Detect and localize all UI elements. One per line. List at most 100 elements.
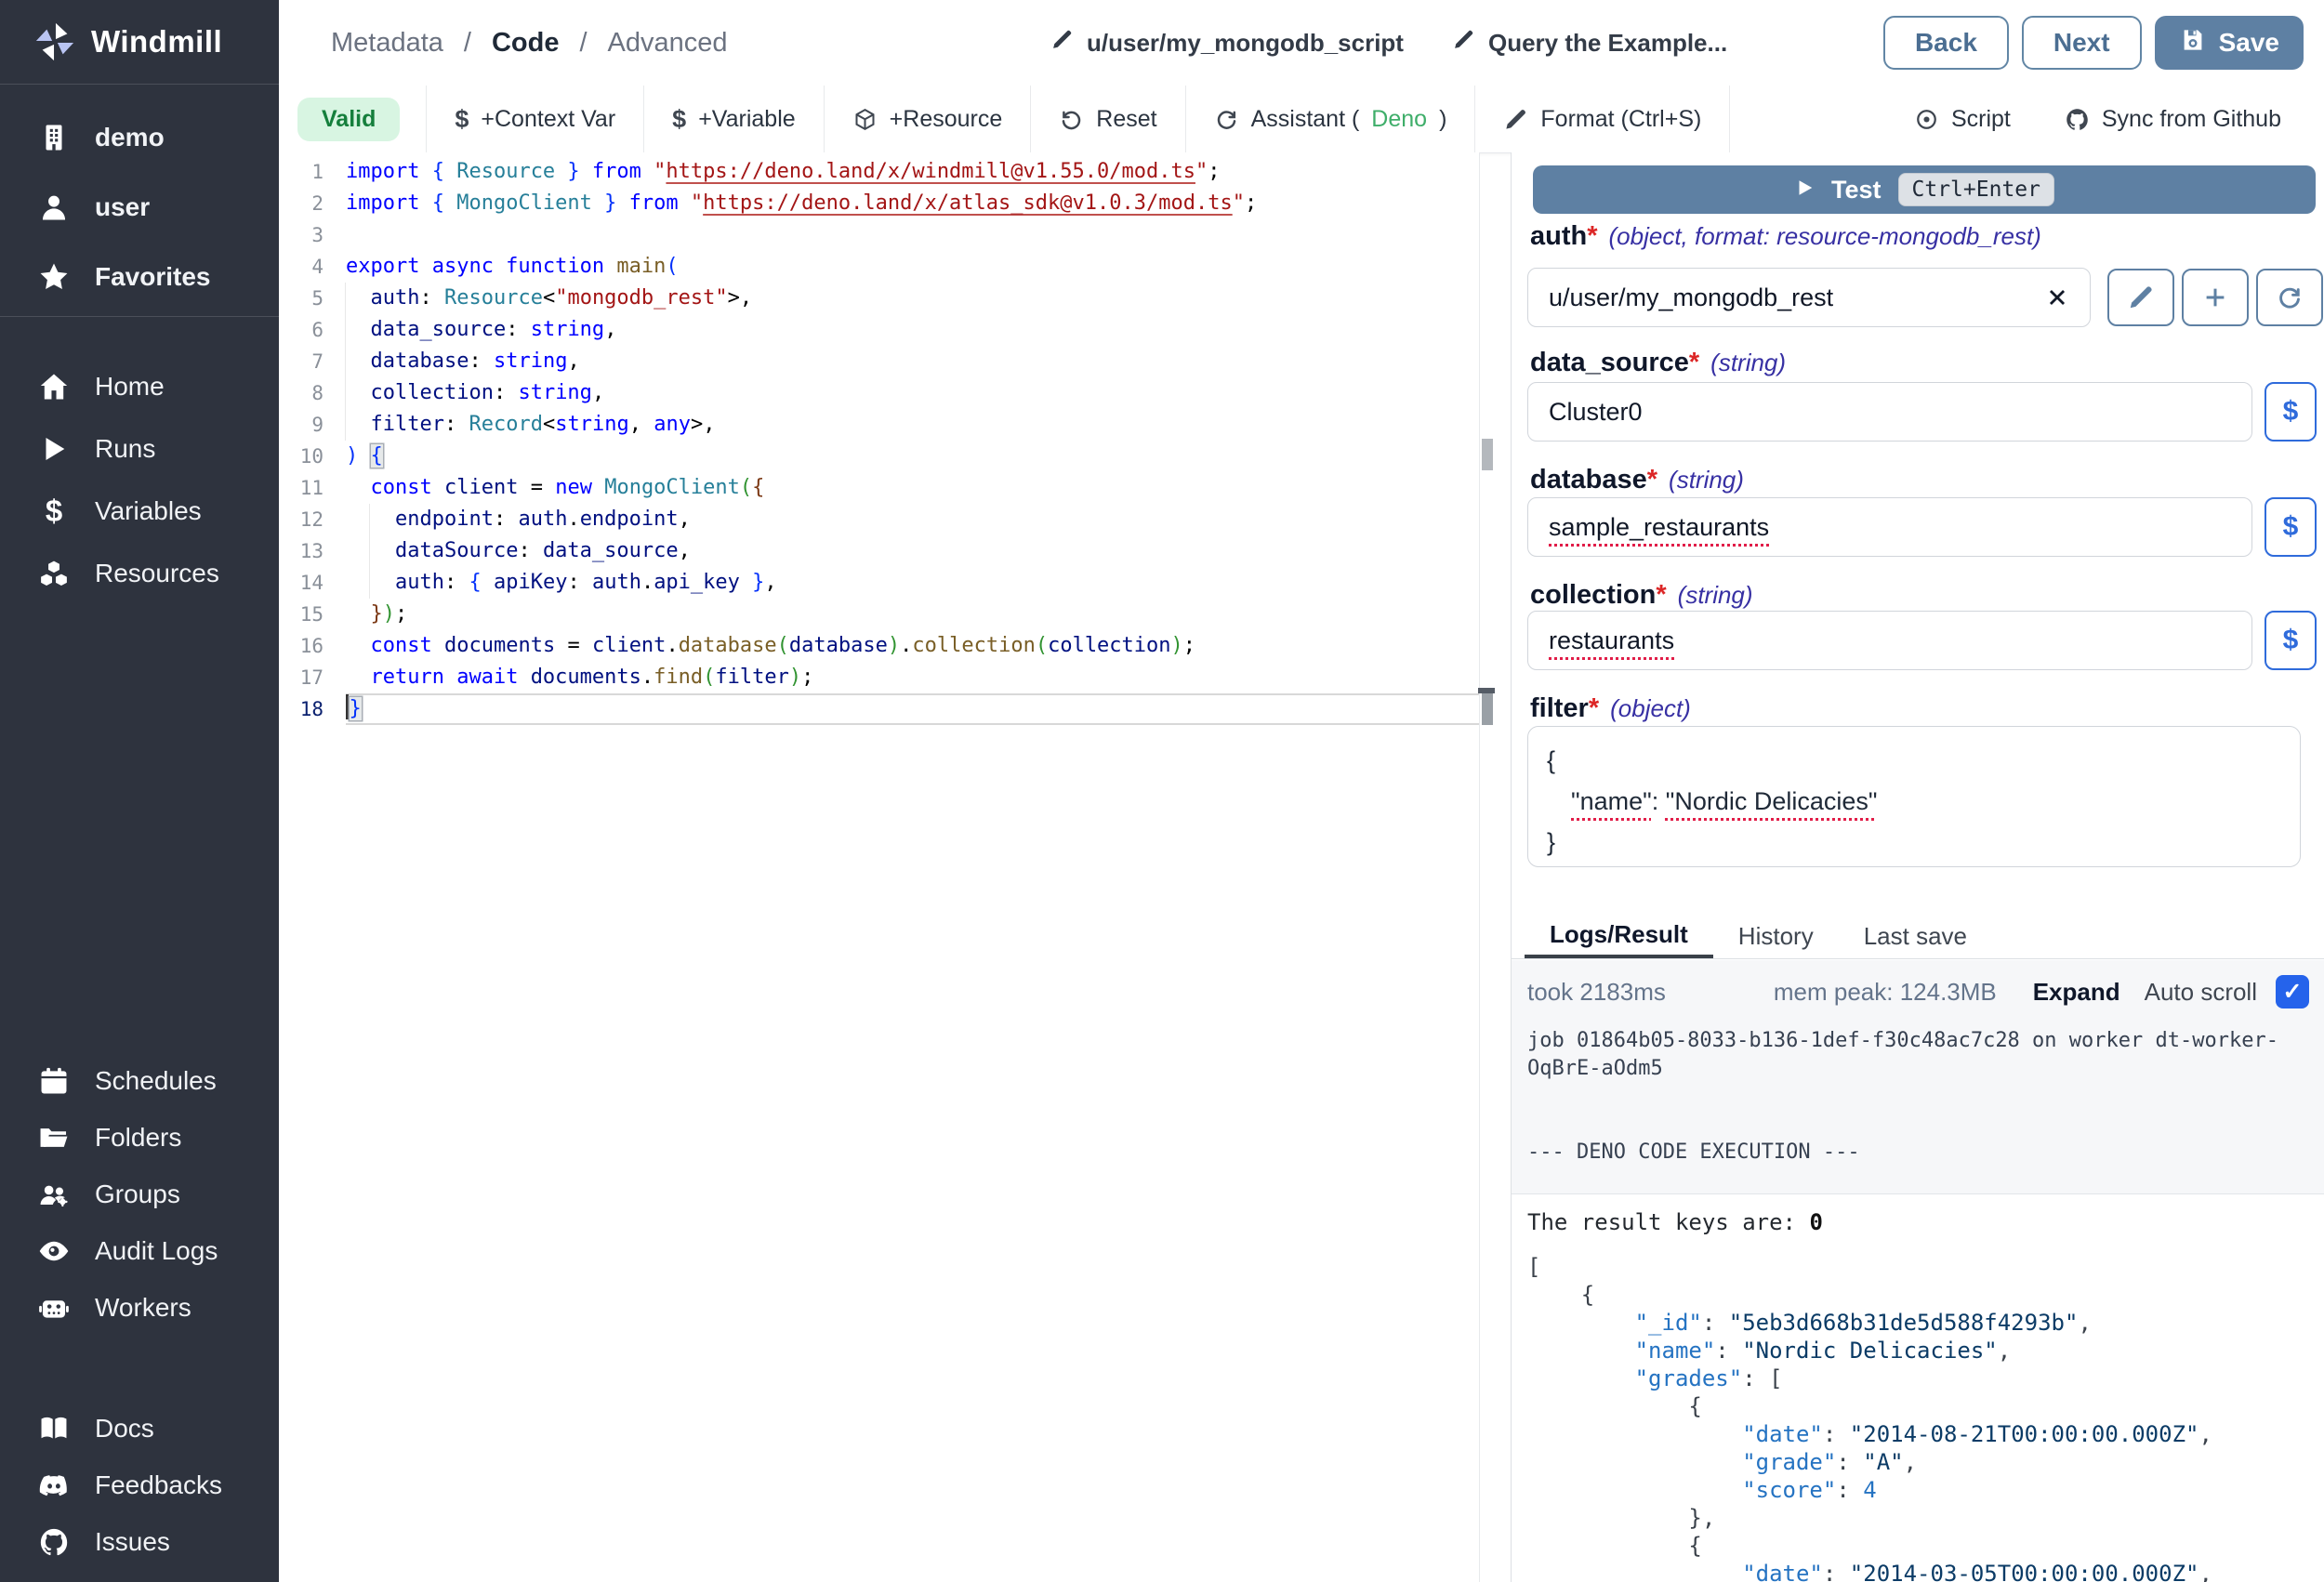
data-source-var-button[interactable]: $ xyxy=(2265,382,2317,442)
code-line[interactable]: 6 data_source: string, xyxy=(279,314,1479,346)
breadcrumb-advanced[interactable]: Advanced xyxy=(608,28,728,59)
code-line[interactable]: 7 database: string, xyxy=(279,346,1479,377)
result-line: [ xyxy=(1527,1253,2309,1281)
toolbar-script[interactable]: Script xyxy=(1914,106,2011,133)
editor-scrollbar-mark[interactable] xyxy=(1482,693,1493,725)
clear-icon[interactable] xyxy=(2045,285,2069,310)
data-source-input[interactable]: Cluster0 xyxy=(1527,382,2252,442)
breadcrumb-metadata[interactable]: Metadata xyxy=(331,28,443,59)
log-line: job 01864b05-8033-b136-1def-f30c48ac7c28… xyxy=(1527,1027,2309,1055)
sidebar-item-favorites[interactable]: Favorites xyxy=(0,242,279,311)
field-label-filter: filter* (object) xyxy=(1530,693,1691,724)
toolbar-divider xyxy=(1729,86,1730,152)
filter-json-editor[interactable]: { "name": "Nordic Delicacies" } xyxy=(1527,726,2301,867)
autoscroll-label[interactable]: Auto scroll xyxy=(2145,978,2257,1007)
refresh-resource-button[interactable] xyxy=(2256,269,2323,326)
code-line[interactable]: 15 }); xyxy=(279,599,1479,630)
cube-icon xyxy=(852,107,878,132)
code-line[interactable]: 3 xyxy=(279,219,1479,251)
toolbar-reset[interactable]: Reset xyxy=(1031,86,1184,152)
home-icon xyxy=(37,370,71,403)
code-line[interactable]: 13 dataSource: data_source, xyxy=(279,535,1479,567)
tab-history[interactable]: History xyxy=(1713,915,1839,958)
expand-logs-button[interactable]: Expand xyxy=(2033,978,2120,1007)
sidebar-item-user[interactable]: user xyxy=(0,172,279,242)
sidebar-item-audit-logs[interactable]: Audit Logs xyxy=(0,1222,279,1279)
sidebar-item-docs[interactable]: Docs xyxy=(0,1400,279,1457)
robot-icon xyxy=(37,1291,71,1325)
tab-logs-result[interactable]: Logs/Result xyxy=(1525,915,1713,958)
code-line[interactable]: 9 filter: Record<string, any>, xyxy=(279,409,1479,441)
collection-var-button[interactable]: $ xyxy=(2265,611,2317,670)
sidebar-item-home[interactable]: Home xyxy=(0,355,279,417)
breadcrumb-code[interactable]: Code xyxy=(492,28,560,59)
code-editor[interactable]: 1import { Resource } from "https://deno.… xyxy=(279,152,1480,1582)
toolbar-assistant-deno[interactable]: Assistant (Deno) xyxy=(1186,86,1475,152)
field-label-database: database* (string) xyxy=(1530,465,1744,495)
tab-last-save[interactable]: Last save xyxy=(1839,915,1992,958)
line-number: 1 xyxy=(279,156,346,188)
add-resource-button[interactable] xyxy=(2182,269,2249,326)
save-button[interactable]: Save xyxy=(2155,16,2304,70)
toolbar-resource[interactable]: +Resource xyxy=(825,86,1031,152)
result-line: "date": "2014-03-05T00:00:00.000Z", xyxy=(1527,1560,2309,1582)
sidebar-item-label: Runs xyxy=(95,434,155,464)
sidebar-item-label: Home xyxy=(95,372,165,402)
code-line[interactable]: 10) { xyxy=(279,441,1479,472)
sidebar-item-issues[interactable]: Issues xyxy=(0,1513,279,1570)
sidebar-item-demo[interactable]: demo xyxy=(0,102,279,172)
collection-input[interactable]: restaurants xyxy=(1527,611,2252,670)
sidebar-item-label: Variables xyxy=(95,496,202,526)
toolbar-format-ctrl-s[interactable]: Format (Ctrl+S) xyxy=(1475,86,1729,152)
code-line[interactable]: 5 auth: Resource<"mongodb_rest">, xyxy=(279,283,1479,314)
code-line[interactable]: 8 collection: string, xyxy=(279,377,1479,409)
indent-guide xyxy=(369,504,370,599)
code-line[interactable]: 17 return await documents.find(filter); xyxy=(279,662,1479,693)
toolbar-item-label: Assistant ( xyxy=(1251,106,1360,133)
code-line[interactable]: 11 const client = new MongoClient({ xyxy=(279,472,1479,504)
edit-resource-button[interactable] xyxy=(2107,269,2174,326)
auth-resource-input[interactable]: u/user/my_mongodb_rest xyxy=(1527,268,2091,327)
test-button[interactable]: Test Ctrl+Enter xyxy=(1533,165,2316,214)
database-input[interactable]: sample_restaurants xyxy=(1527,497,2252,557)
back-button[interactable]: Back xyxy=(1883,16,2009,70)
code-line[interactable]: 1import { Resource } from "https://deno.… xyxy=(279,156,1479,188)
workspace-logo[interactable]: Windmill xyxy=(0,0,279,85)
line-number: 15 xyxy=(279,599,346,630)
toolbar-context-var[interactable]: $+Context Var xyxy=(427,86,643,152)
sidebar-section-main: Home Runs $VariablesResources xyxy=(0,355,279,604)
star-icon xyxy=(37,260,71,294)
sidebar-item-runs[interactable]: Runs xyxy=(0,417,279,480)
sidebar-item-variables[interactable]: $Variables xyxy=(0,480,279,542)
topbar-actions: Back Next Save xyxy=(1883,0,2304,86)
code-line[interactable]: 2import { MongoClient } from "https://de… xyxy=(279,188,1479,219)
code-line[interactable]: 18} xyxy=(279,693,1479,725)
sidebar-item-resources[interactable]: Resources xyxy=(0,542,279,604)
cubes-icon xyxy=(37,557,71,590)
sidebar-item-workers[interactable]: Workers xyxy=(0,1279,279,1336)
sidebar-item-feedbacks[interactable]: Feedbacks xyxy=(0,1457,279,1513)
calendar-icon xyxy=(37,1064,71,1098)
github-icon xyxy=(37,1525,71,1559)
reset-icon xyxy=(1059,107,1084,132)
sidebar-item-groups[interactable]: Groups xyxy=(0,1166,279,1222)
autoscroll-checkbox[interactable]: ✓ xyxy=(2276,975,2309,1009)
sidebar-item-schedules[interactable]: Schedules xyxy=(0,1052,279,1109)
toolbar-sync-from-github[interactable]: Sync from Github xyxy=(2065,106,2281,133)
code-line[interactable]: 14 auth: { apiKey: auth.api_key }, xyxy=(279,567,1479,599)
edit-script-path[interactable]: u/user/my_mongodb_script xyxy=(1050,28,1404,58)
sidebar-item-folders[interactable]: Folders xyxy=(0,1109,279,1166)
code-line[interactable]: 4export async function main( xyxy=(279,251,1479,283)
code-line[interactable]: 12 endpoint: auth.endpoint, xyxy=(279,504,1479,535)
log-output: job 01864b05-8033-b136-1def-f30c48ac7c28… xyxy=(1527,1027,2309,1167)
next-button[interactable]: Next xyxy=(2022,16,2142,70)
editor-scrollbar-mark[interactable] xyxy=(1482,439,1493,470)
line-number: 18 xyxy=(279,693,346,725)
log-line: OqBrE-aOdm5 xyxy=(1527,1055,2309,1083)
code-line[interactable]: 16 const documents = client.database(dat… xyxy=(279,630,1479,662)
script-path: u/user/my_mongodb_script xyxy=(1087,29,1404,58)
database-var-button[interactable]: $ xyxy=(2265,497,2317,557)
field-label-data-source: data_source* (string) xyxy=(1530,348,1786,378)
toolbar-variable[interactable]: $+Variable xyxy=(644,86,824,152)
edit-script-summary[interactable]: Query the Example... xyxy=(1452,28,1727,58)
